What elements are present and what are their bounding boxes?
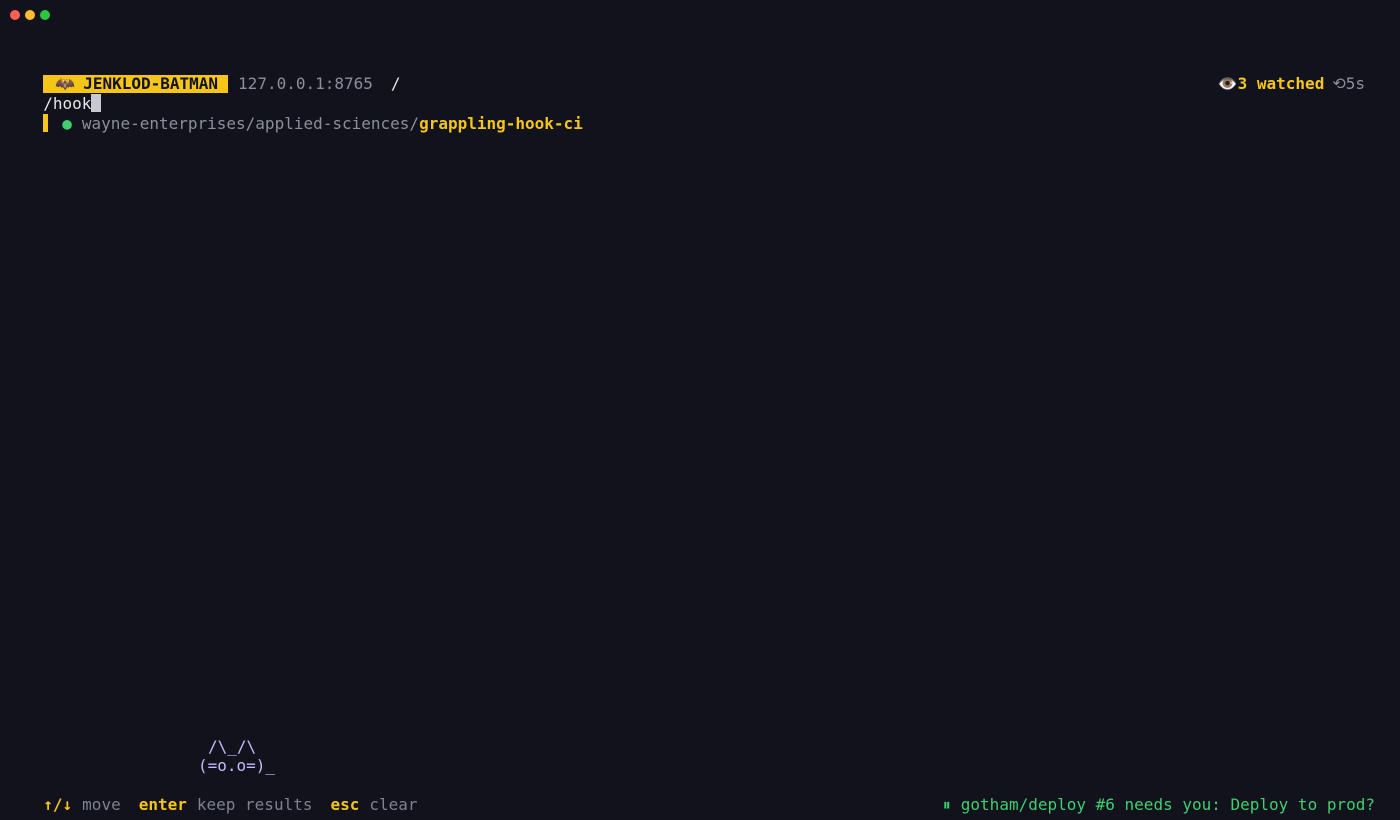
header-right: 👁️3 watched ⟲5s bbox=[1198, 54, 1365, 93]
mascot-face: (=o.o=)_ bbox=[198, 756, 276, 775]
hint-label-esc: clear bbox=[369, 795, 418, 814]
hint-label-enter: keep results bbox=[196, 795, 313, 814]
header-left: 🦇 JENKLOD-BATMAN 127.0.0.1:8765/ bbox=[24, 54, 401, 93]
hint-key-move: ↑/↓ bbox=[43, 795, 73, 814]
hint-key-enter: enter bbox=[138, 795, 187, 814]
result-path-prefix: wayne-enterprises/applied-sciences/ bbox=[81, 114, 420, 133]
refresh-interval: ⟲5s bbox=[1332, 74, 1365, 93]
refresh-icon: ⟲ bbox=[1332, 74, 1346, 93]
window-controls bbox=[10, 10, 50, 20]
status-dot-icon: ● bbox=[62, 114, 72, 133]
watched-count[interactable]: 👁️3 watched bbox=[1218, 74, 1325, 93]
mascot-ears: /\_/\ bbox=[208, 737, 257, 756]
eye-icon: 👁️ bbox=[1217, 74, 1238, 93]
current-path: / bbox=[390, 74, 401, 93]
key-hints: ↑/↓ move enter keep results esc clear bbox=[24, 775, 436, 814]
search-line[interactable]: /hook bbox=[24, 74, 102, 113]
minimize-window-button[interactable] bbox=[25, 10, 35, 20]
hint-key-esc: esc bbox=[330, 795, 360, 814]
server-address: 127.0.0.1:8765 bbox=[238, 74, 373, 93]
result-row[interactable]: ● wayne-enterprises/applied-sciences/grap… bbox=[24, 94, 583, 133]
close-window-button[interactable] bbox=[10, 10, 20, 20]
selection-indicator bbox=[43, 114, 49, 132]
zoom-window-button[interactable] bbox=[40, 10, 50, 20]
hint-label-move: move bbox=[82, 795, 121, 814]
app-title: JENKLOD-BATMAN bbox=[83, 74, 219, 93]
result-job-name: grappling-hook-ci bbox=[419, 114, 583, 133]
pending-approval-notification[interactable]: ⏸ gotham/deploy #6 needs you: Deploy to p… bbox=[924, 775, 1375, 814]
pause-icon: ⏸ bbox=[942, 795, 951, 814]
notification-text: gotham/deploy #6 needs you: Deploy to pr… bbox=[960, 795, 1375, 814]
